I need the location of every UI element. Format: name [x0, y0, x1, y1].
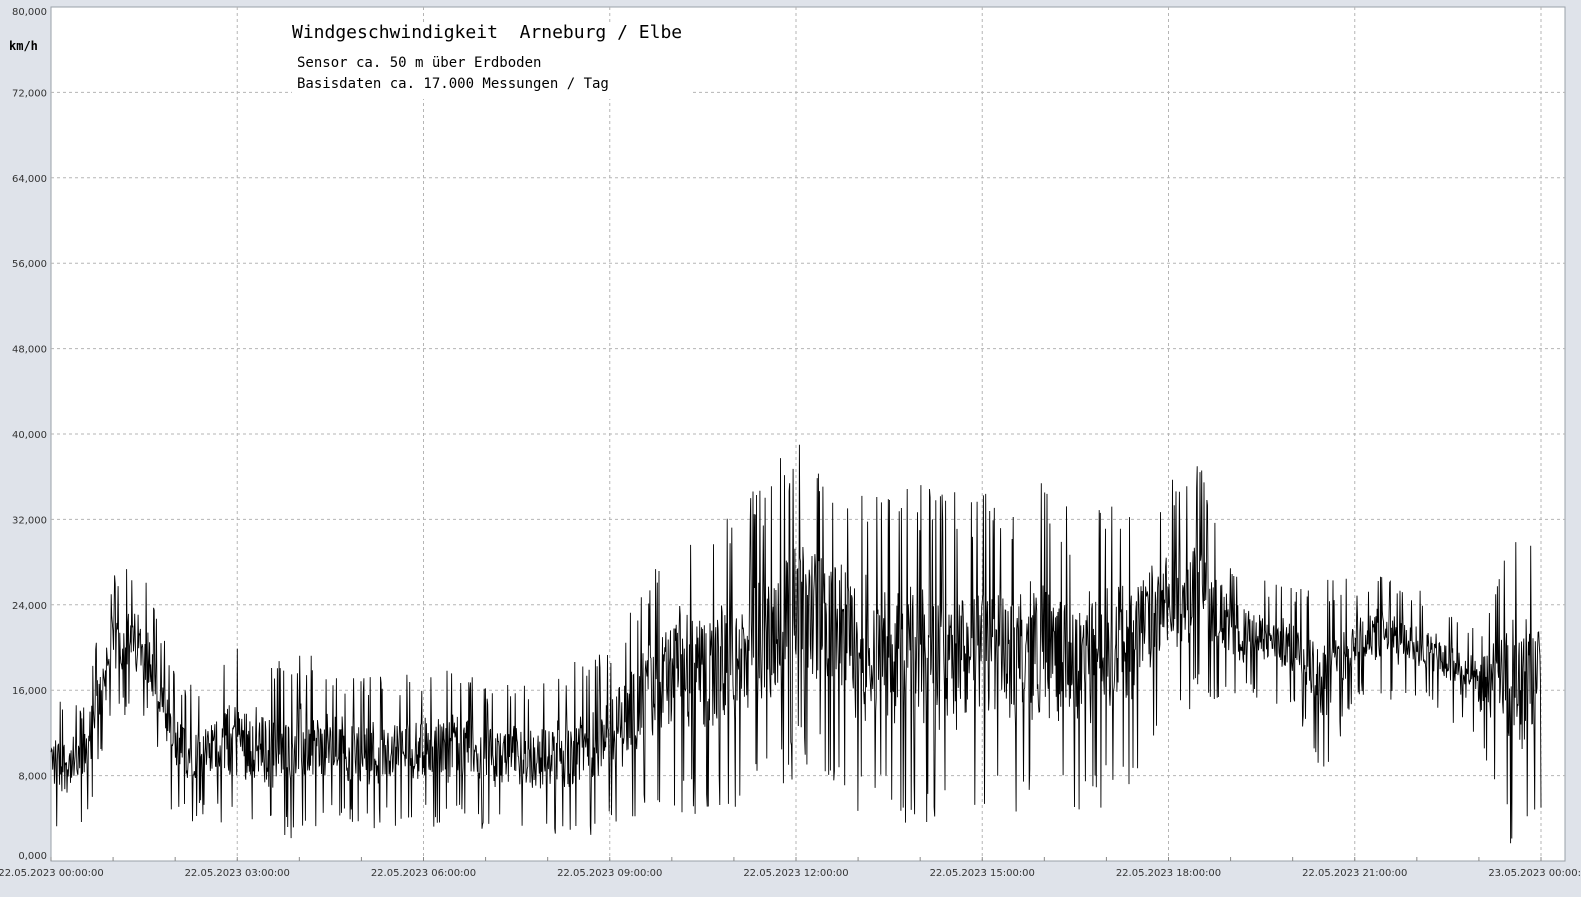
chart-canvas: 0,000 8,000 16,000 24,000 32,000 40,000 48,000…	[0, 6, 1581, 879]
subtitle-basisdaten: Basisdaten ca. 17.000 Messungen / Tag	[297, 76, 609, 92]
y-tick-label: 24,000	[12, 601, 47, 612]
y-axis-labels: 0,000 8,000 16,000 24,000 32,000 40,000 48,000…	[12, 7, 47, 862]
x-tick-label: 22.05.2023 18:00:00	[1116, 868, 1221, 879]
y-tick-label: 56,000	[12, 259, 47, 270]
title-block: Windgeschwindigkeit Arneburg / Elbe Sens…	[292, 22, 691, 99]
y-tick-label: 0,000	[18, 851, 47, 862]
x-tick-label: 22.05.2023 15:00:00	[930, 868, 1035, 879]
x-tick-label: 22.05.2023 12:00:00	[743, 868, 848, 879]
x-tick-label: 22.05.2023 00:00:00	[0, 868, 104, 879]
x-axis-labels: 22.05.2023 00:00:00 22.05.2023 03:00:00 22…	[0, 868, 1581, 879]
y-tick-label: 40,000	[12, 430, 47, 441]
x-tick-label: 22.05.2023 09:00:00	[557, 868, 662, 879]
y-tick-label: 64,000	[12, 174, 47, 185]
y-tick-label: 16,000	[12, 686, 47, 697]
y-tick-label: 32,000	[12, 515, 47, 526]
y-tick-label: 8,000	[18, 772, 47, 783]
y-axis-unit-label: km/h	[9, 39, 38, 53]
subtitle-sensor: Sensor ca. 50 m über Erdboden	[297, 55, 542, 71]
chart-title: Windgeschwindigkeit Arneburg / Elbe	[292, 22, 683, 43]
y-tick-label: 48,000	[12, 345, 47, 356]
x-tick-label: 23.05.2023 00:00:00	[1488, 868, 1581, 879]
y-tick-label: 72,000	[12, 88, 47, 99]
x-tick-label: 22.05.2023 06:00:00	[371, 868, 476, 879]
y-tick-label: 80,000	[12, 7, 47, 18]
x-tick-label: 22.05.2023 03:00:00	[185, 868, 290, 879]
wind-speed-chart: 0,000 8,000 16,000 24,000 32,000 40,000 48,000…	[0, 0, 1581, 893]
x-tick-label: 22.05.2023 21:00:00	[1302, 868, 1407, 879]
